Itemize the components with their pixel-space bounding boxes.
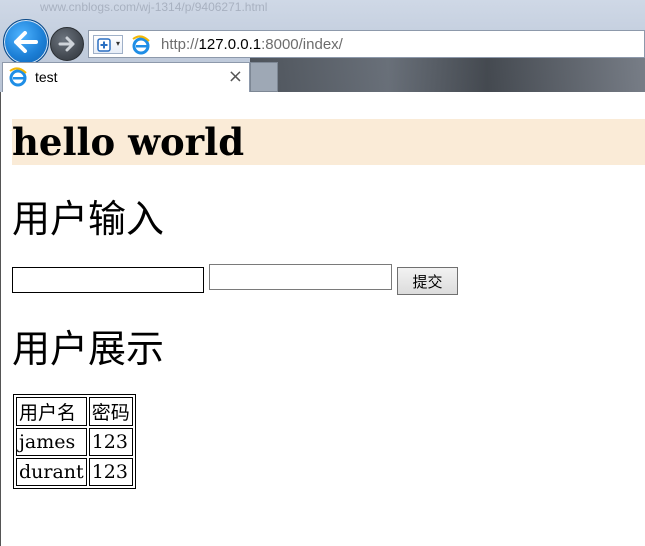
tab-title: test bbox=[35, 69, 58, 85]
table-header-row: 用户名 密码 bbox=[16, 397, 133, 426]
arrow-left-icon bbox=[14, 31, 38, 53]
new-tab-button[interactable] bbox=[250, 62, 278, 92]
table-row: james 123 bbox=[16, 428, 133, 456]
back-button[interactable] bbox=[3, 19, 49, 65]
users-table: 用户名 密码 james 123 durant 123 bbox=[13, 394, 136, 489]
compatibility-view-button[interactable]: ▾ bbox=[93, 35, 123, 54]
close-tab-icon[interactable]: × bbox=[228, 66, 243, 87]
header-username: 用户名 bbox=[16, 397, 87, 426]
browser-tab-test[interactable]: test × bbox=[2, 62, 250, 92]
page-content: hello world 用户输入 提交 用户展示 用户名 密码 james 12… bbox=[0, 92, 645, 546]
browser-chrome: www.cnblogs.com/wj-1314/p/9406271.html ▾… bbox=[0, 0, 645, 92]
forward-button[interactable] bbox=[50, 27, 84, 61]
address-bar[interactable]: ▾ http://127.0.0.1:8000/index/ bbox=[88, 30, 645, 58]
user-input-title: 用户输入 bbox=[12, 197, 165, 241]
ie-logo-icon bbox=[132, 35, 150, 55]
header-password: 密码 bbox=[88, 397, 133, 426]
password-input[interactable] bbox=[209, 264, 392, 290]
cell-username: james bbox=[16, 428, 87, 456]
cell-password: 123 bbox=[88, 428, 133, 456]
ie-logo-icon bbox=[9, 67, 27, 87]
chevron-down-icon: ▾ bbox=[115, 39, 120, 48]
arrow-right-icon bbox=[58, 36, 75, 52]
table-row: durant 123 bbox=[16, 458, 133, 486]
username-input[interactable] bbox=[12, 267, 204, 293]
user-display-title: 用户展示 bbox=[12, 327, 165, 371]
url-path: :8000/index/ bbox=[261, 36, 343, 53]
plus-page-icon bbox=[97, 38, 111, 52]
url-scheme: http:// bbox=[161, 36, 199, 53]
url-text[interactable]: http://127.0.0.1:8000/index/ bbox=[161, 36, 343, 53]
cell-password: 123 bbox=[88, 458, 133, 486]
url-host: 127.0.0.1 bbox=[198, 36, 262, 53]
ghost-url-text: www.cnblogs.com/wj-1314/p/9406271.html bbox=[40, 0, 268, 14]
page-heading: hello world bbox=[12, 119, 645, 165]
cell-username: durant bbox=[16, 458, 87, 486]
submit-button[interactable]: 提交 bbox=[397, 267, 458, 295]
